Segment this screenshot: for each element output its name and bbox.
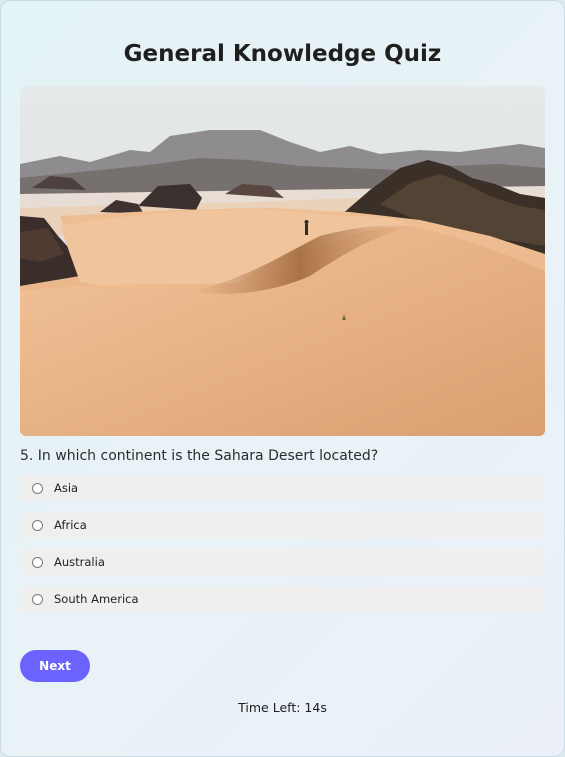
option-south-america[interactable]: South America [20,586,545,612]
radio-button[interactable] [32,593,43,605]
option-asia[interactable]: Asia [20,475,545,501]
radio-button[interactable] [32,482,43,494]
next-button[interactable]: Next [20,650,90,682]
option-label: Africa [54,518,87,532]
page-title: General Knowledge Quiz [123,41,442,67]
question-text: 5. In which continent is the Sahara Dese… [20,448,379,464]
option-africa[interactable]: Africa [20,512,545,538]
option-label: Australia [54,555,105,569]
option-australia[interactable]: Australia [20,549,545,575]
option-label: Asia [54,481,79,495]
radio-button[interactable] [32,519,43,531]
radio-button[interactable] [32,556,43,568]
answer-options: Asia Africa Australia South America [20,475,545,623]
time-left: Time Left: 14s [238,700,327,715]
quiz-card: General Knowledge Quiz 5. In which conti… [0,0,565,757]
question-image [20,86,545,436]
option-label: South America [54,592,139,606]
